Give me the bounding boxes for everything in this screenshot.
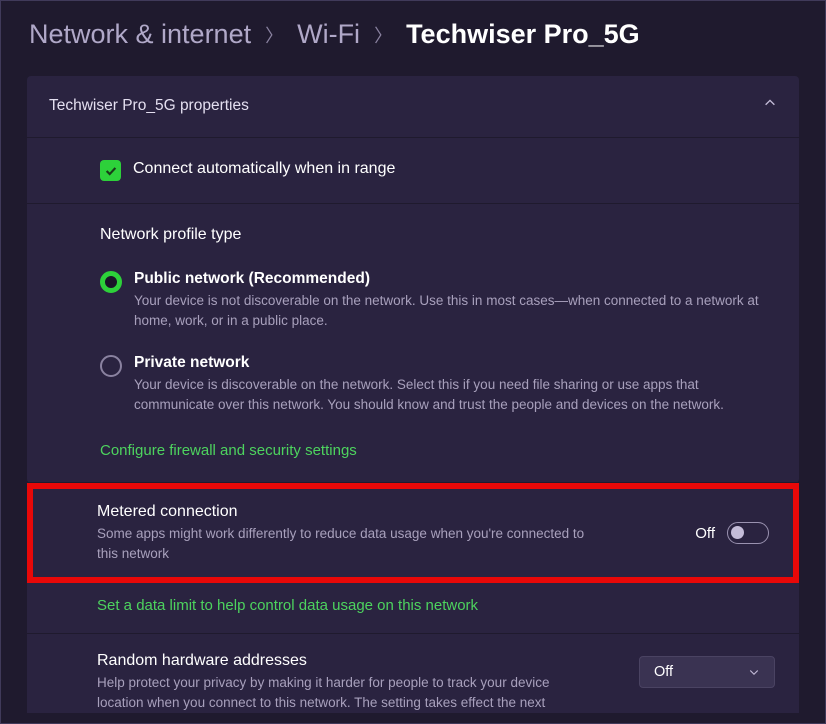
data-limit-link[interactable]: Set a data limit to help control data us… — [97, 597, 478, 614]
breadcrumb-leaf: Techwiser Pro_5G — [406, 19, 640, 50]
random-hw-title: Random hardware addresses — [97, 652, 597, 670]
private-network-radio[interactable] — [100, 355, 122, 377]
auto-connect-section: Connect automatically when in range — [27, 138, 799, 204]
random-hw-dropdown[interactable]: Off — [639, 656, 775, 688]
properties-title: Techwiser Pro_5G properties — [49, 97, 249, 115]
breadcrumb-root[interactable]: Network & internet — [29, 19, 251, 50]
private-network-title: Private network — [134, 354, 777, 372]
metered-title: Metered connection — [97, 503, 597, 521]
profile-type-section: Network profile type Public network (Rec… — [27, 204, 799, 483]
metered-desc: Some apps might work differently to redu… — [97, 524, 597, 563]
properties-panel: Techwiser Pro_5G properties Connect auto… — [27, 76, 799, 483]
properties-expander[interactable]: Techwiser Pro_5G properties — [27, 76, 799, 138]
public-network-radio[interactable] — [100, 271, 122, 293]
metered-toggle[interactable] — [727, 522, 769, 544]
profile-type-heading: Network profile type — [100, 226, 777, 244]
metered-state-label: Off — [695, 525, 715, 542]
toggle-knob — [731, 526, 744, 539]
private-network-desc: Your device is discoverable on the netwo… — [134, 375, 777, 414]
below-panel: Set a data limit to help control data us… — [27, 583, 799, 712]
breadcrumb: Network & internet 〉 Wi-Fi 〉 Techwiser P… — [1, 1, 825, 76]
public-network-title: Public network (Recommended) — [134, 270, 777, 288]
chevron-right-icon: 〉 — [374, 22, 392, 48]
breadcrumb-mid[interactable]: Wi-Fi — [297, 19, 360, 50]
chevron-up-icon — [763, 96, 777, 115]
metered-highlight: Metered connection Some apps might work … — [27, 483, 799, 583]
auto-connect-checkbox[interactable] — [100, 160, 121, 181]
chevron-right-icon: 〉 — [265, 22, 283, 48]
firewall-settings-link[interactable]: Configure firewall and security settings — [100, 442, 357, 459]
chevron-down-icon — [748, 666, 760, 678]
random-hw-value: Off — [654, 664, 673, 680]
public-network-desc: Your device is not discoverable on the n… — [134, 291, 777, 330]
random-hw-desc: Help protect your privacy by making it h… — [97, 673, 597, 712]
auto-connect-label: Connect automatically when in range — [133, 160, 395, 178]
